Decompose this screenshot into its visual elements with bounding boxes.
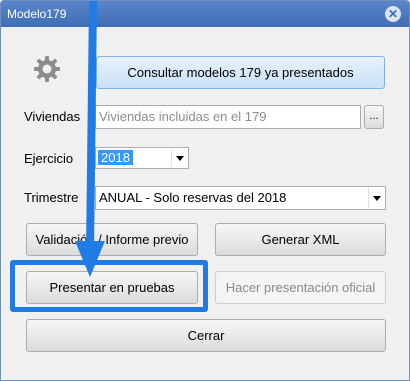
ejercicio-label: Ejercicio (24, 151, 74, 166)
presentacion-oficial-button[interactable]: Hacer presentación oficial (215, 271, 386, 304)
consultar-button[interactable]: Consultar modelos 179 ya presentados (96, 56, 385, 89)
close-button[interactable]: ✕ (385, 6, 401, 22)
viviendas-placeholder: Viviendas incluidas en el 179 (99, 109, 267, 124)
gear-icon (34, 56, 60, 82)
browse-viviendas-button[interactable]: ... (364, 105, 384, 129)
window-title: Modelo179 (7, 7, 67, 21)
trimestre-select[interactable]: ANUAL - Solo reservas del 2018 (95, 186, 386, 210)
validacion-button[interactable]: Validación / Informe previo (26, 223, 198, 256)
close-icon: ✕ (387, 7, 399, 21)
generar-xml-button[interactable]: Generar XML (215, 223, 386, 256)
annotation-arrow-icon (75, 1, 105, 277)
title-bar: Modelo179 ✕ (1, 1, 409, 27)
cerrar-button[interactable]: Cerrar (26, 319, 386, 352)
trimestre-dropdown-icon[interactable] (368, 188, 384, 208)
trimestre-value: ANUAL - Solo reservas del 2018 (99, 190, 287, 205)
ejercicio-dropdown-icon[interactable] (171, 149, 187, 167)
modelo179-window: Modelo179 ✕ Consultar modelos 179 ya pre… (0, 0, 410, 381)
viviendas-field[interactable]: Viviendas incluidas en el 179 (95, 105, 361, 129)
